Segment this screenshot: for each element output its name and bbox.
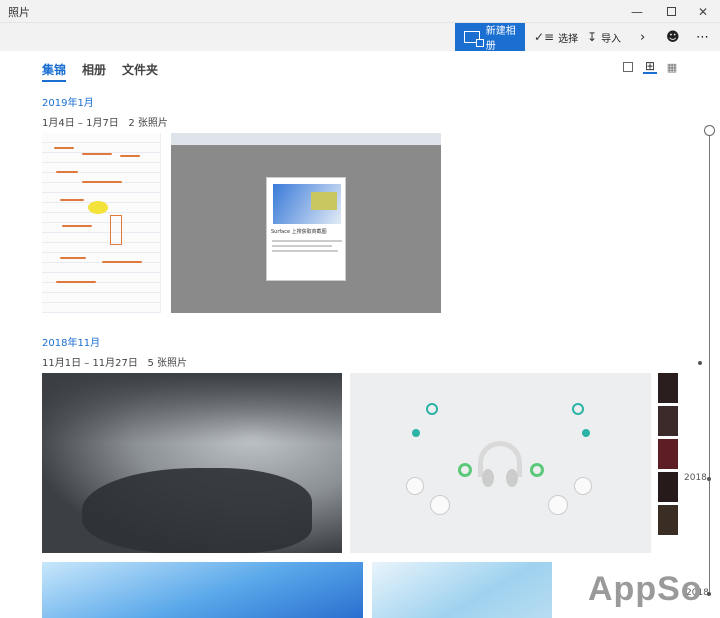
photo-surface-screenshot[interactable]: Surface 上搜获取商截图 <box>171 133 441 313</box>
group-range-2018-11: 11月1日 – 11月27日 5 张照片 <box>42 354 187 369</box>
command-bar: 新建相册 ✓≡ 选择 ↧ 导入 › ☻ ⋯ <box>0 23 720 52</box>
photo-handwritten-notes[interactable] <box>42 133 161 313</box>
dialog-title: 上搜获取商截图 <box>291 229 327 235</box>
medium-grid-icon: ⊞ <box>644 59 656 73</box>
chevron-right-icon: › <box>640 29 646 45</box>
timeline-marker <box>707 592 711 596</box>
import-button[interactable]: ↧ 导入 <box>587 23 621 51</box>
thumbnail[interactable] <box>658 505 678 535</box>
close-button[interactable]: ✕ <box>686 0 720 23</box>
minimize-button[interactable]: — <box>620 0 654 23</box>
close-icon: ✕ <box>697 4 709 19</box>
photo-blue-abstract[interactable] <box>42 562 363 618</box>
photo-count: 5 张照片 <box>147 358 187 369</box>
medium-view-button[interactable]: ⊞ <box>643 59 657 74</box>
small-grid-icon: ▦ <box>666 60 678 74</box>
minimize-icon: — <box>631 4 643 19</box>
new-album-label: 新建相册 <box>485 26 516 52</box>
dialog-brand: Surface <box>271 229 291 235</box>
watermark: AppSo <box>588 570 703 608</box>
select-checklist-icon: ✓≡ <box>534 30 555 44</box>
tab-collection[interactable]: 集锦 <box>42 61 67 82</box>
import-label: 导入 <box>601 33 622 45</box>
date-range: 11月1日 – 11月27日 <box>42 358 138 369</box>
more-chevron-button[interactable]: › <box>640 23 645 51</box>
view-tabs: 集锦 相册 文件夹 <box>42 61 158 82</box>
maximize-icon <box>666 7 676 16</box>
screenshot-dialog: Surface 上搜获取商截图 <box>266 177 346 281</box>
add-person-button[interactable]: ☻ <box>666 23 680 51</box>
maximize-button[interactable] <box>654 0 688 23</box>
select-button[interactable]: ✓≡ 选择 <box>534 23 578 51</box>
thumbnail[interactable] <box>658 439 678 469</box>
group-month-2019-01[interactable]: 2019年1月 <box>42 94 94 109</box>
select-label: 选择 <box>558 33 579 45</box>
date-range: 1月4日 – 1月7日 <box>42 118 119 129</box>
group-range-2019-01: 1月4日 – 1月7日 2 张照片 <box>42 114 168 129</box>
photo-aerial-terrain[interactable] <box>42 373 342 553</box>
timeline-handle[interactable] <box>704 125 715 136</box>
photo-count: 2 张照片 <box>128 118 168 129</box>
person-add-icon: ☻ <box>666 29 680 45</box>
timeline-scrubber[interactable] <box>709 130 710 595</box>
photo-strip <box>658 373 678 538</box>
import-icon: ↧ <box>587 30 598 44</box>
tab-folders[interactable]: 文件夹 <box>122 61 158 82</box>
large-square-icon <box>623 62 633 72</box>
new-album-button[interactable]: 新建相册 <box>455 23 525 52</box>
ellipsis-icon: ⋯ <box>696 29 709 45</box>
title-bar: 照片 — ✕ <box>0 0 720 23</box>
large-view-button[interactable] <box>621 60 635 74</box>
photo-headphones-flatlay[interactable] <box>350 373 651 553</box>
timeline-tick <box>698 361 702 365</box>
photo-light-blue-glass[interactable] <box>372 562 552 618</box>
small-view-button[interactable]: ▦ <box>665 60 679 74</box>
new-album-icon <box>464 31 484 47</box>
app-title: 照片 <box>8 6 30 19</box>
thumbnail[interactable] <box>658 406 678 436</box>
timeline-marker <box>707 477 711 481</box>
thumbnail[interactable] <box>658 472 678 502</box>
tab-albums[interactable]: 相册 <box>82 61 106 82</box>
timeline-year-label: 2018 <box>684 473 707 483</box>
more-options-button[interactable]: ⋯ <box>696 23 709 51</box>
thumbnail[interactable] <box>658 373 678 403</box>
group-month-2018-11[interactable]: 2018年11月 <box>42 334 100 349</box>
